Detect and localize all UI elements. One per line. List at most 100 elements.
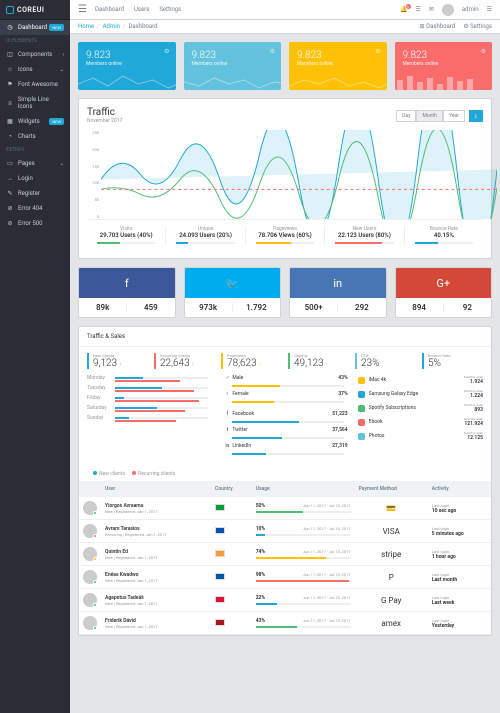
gear-icon[interactable]: ⚙ [270,48,275,55]
error-icon: ⊘ [6,205,14,212]
user-row[interactable]: Friderik DávidNew | Registered: Jan 1, 2… [79,612,491,635]
product-row: Samsung Galaxy EdgeSold this week1.224 [358,389,483,399]
bc-home[interactable]: Home [78,23,94,30]
y-tick: 250 [87,130,99,135]
bell-icon[interactable]: 🔔5 [400,6,407,13]
gender-name: Male [232,375,338,381]
calculator-icon: ▦ [6,118,14,125]
logo-text: COREUI [17,6,44,14]
ts-metric: New Clients9,123↑ [87,353,148,369]
nav-label: Simple Line Icons [18,96,64,110]
bc-admin[interactable]: Admin [103,23,120,30]
activity-value: 10 sec ago [432,508,487,514]
gear-icon[interactable]: ⚙ [481,48,486,55]
topnav-settings[interactable]: Settings [159,6,181,13]
btn-year[interactable]: Year [443,110,465,122]
product-name: Photos [369,433,464,439]
gender-icon: ♀ [222,391,232,397]
menu-toggle-icon[interactable]: ☰ [78,4,87,15]
product-row: iMac 4kSold this week1.924 [358,375,483,385]
usage-dates: Jun 11, 2017 - Jul 10, 2017 [303,549,351,555]
btn-download[interactable]: ⤓ [469,110,483,122]
topnav-dashboard[interactable]: Dashboard [95,6,124,13]
nav-simpleline[interactable]: ≡Simple Line Icons [0,92,70,114]
user-avatar[interactable] [442,4,454,16]
gender-pct: 37% [338,391,347,397]
mail-icon[interactable]: ✉ [429,6,434,13]
nav-404[interactable]: ⊘ Error 404 [0,201,70,216]
payment-icon: amex [381,619,401,628]
menu-right-icon[interactable]: ☰ [487,6,492,13]
nav-charts[interactable]: ◔Charts [0,129,70,144]
metric-value: 49,123↑ [290,358,349,369]
list-icon[interactable]: ☰ [416,6,421,13]
nav-login[interactable]: →Login [0,171,70,186]
payment-icon: P [389,573,394,582]
nav-500[interactable]: ⊘Error 500 [0,216,70,231]
gear-icon[interactable]: ⚙ [164,48,169,55]
social-twitter: 🐦973k1.792 [184,267,282,318]
google-icon: G+ [396,268,492,298]
metric-value: 5% [424,358,483,369]
source-name: Facebook [232,411,332,417]
breadcrumb: Home/ Admin/ Dashboard ⊞ Dashboard ⚙ Set… [70,20,500,34]
nav-dashboard[interactable]: ◷ Dashboard NEW [0,20,70,35]
user-row[interactable]: Avram TarasiosRecurring | Registered: Ja… [79,520,491,543]
chevron-down-icon: ⌄ [60,161,64,167]
nav-widgets[interactable]: ▦WidgetsNEW [0,114,70,129]
nav-components[interactable]: ◫Components‹ [0,47,70,62]
user-row[interactable]: Agapetus TadeášNew | Registered: Jan 1, … [79,589,491,612]
product-val: 12.125 [467,435,483,441]
bc-dash-link[interactable]: ⊞ Dashboard [420,23,456,30]
register-icon: ✎ [6,190,14,197]
user-sub: New | Registered: Jan 1, 2017 [105,578,207,583]
product-name: Ebook [369,419,464,425]
product-row: EbookSold this week121.924 [358,417,483,427]
user-name[interactable]: admin [462,6,479,13]
th-user: User [101,481,211,497]
social-val1: 89k [79,303,126,312]
gear-icon[interactable]: ⚙ [375,48,380,55]
gender-row: ♀Female37% [222,391,347,397]
sparkline [184,74,282,90]
payment-icon: G Pay [381,596,402,605]
stat-label: Members online [192,61,274,67]
source-name: LinkedIn [232,443,332,449]
nav-label: Icons [18,66,33,73]
product-row: PhotosSold this week12.125 [358,431,483,441]
source-row: inLinkedIn27,319 [222,443,347,449]
user-row[interactable]: Quintin EdNew | Registered: Jan 1, 20177… [79,543,491,566]
user-avatar [83,501,97,515]
social-val1: 973k [185,303,232,312]
nav-pages[interactable]: ▭Pages⌄ [0,156,70,171]
source-val: 37,564 [332,427,347,433]
nav-fontawesome[interactable]: ⚑Font Awesome [0,77,70,92]
stat-label: Members online [403,61,485,67]
gender-row: ♂Male43% [222,375,347,381]
nav-icons[interactable]: ☆Icons⌄ [0,62,70,77]
topnav-users[interactable]: Users [134,6,149,13]
usage-pct: 43% [256,618,265,624]
nav-register[interactable]: ✎Register [0,186,70,201]
nav-label: Error 404 [18,205,42,212]
ts-day-row: Sunday [87,415,212,421]
user-sub: New | Registered: Jan 1, 2017 [105,509,207,514]
payment-icon: VISA [383,527,400,536]
user-row[interactable]: Yiorgos AvraamuNew | Registered: Jan 1, … [79,497,491,520]
ts-title: Traffic & Sales [79,327,491,347]
user-row[interactable]: Enéas KwadwoNew | Registered: Jan 1, 201… [79,566,491,589]
nav-label: Error 500 [18,220,42,227]
product-val: 121.924 [464,421,483,427]
product-pill [358,433,365,440]
traffic-stat: Bounce Rate40.15% [405,226,483,244]
nav-label: Components [18,51,52,58]
source-icon: in [222,443,232,449]
btn-day[interactable]: Day [396,110,416,122]
activity-value: Yesterday [432,623,487,629]
top-nav: Dashboard Users Settings [95,6,181,13]
sidebar: COREUI ◷ Dashboard NEW UI ELEMENTS ◫Comp… [0,0,70,713]
metric-value: 78,623↑ [223,358,282,369]
btn-month[interactable]: Month [416,110,442,122]
chevron-left-icon: ‹ [62,52,64,58]
bc-settings-link[interactable]: ⚙ Settings [463,23,492,30]
